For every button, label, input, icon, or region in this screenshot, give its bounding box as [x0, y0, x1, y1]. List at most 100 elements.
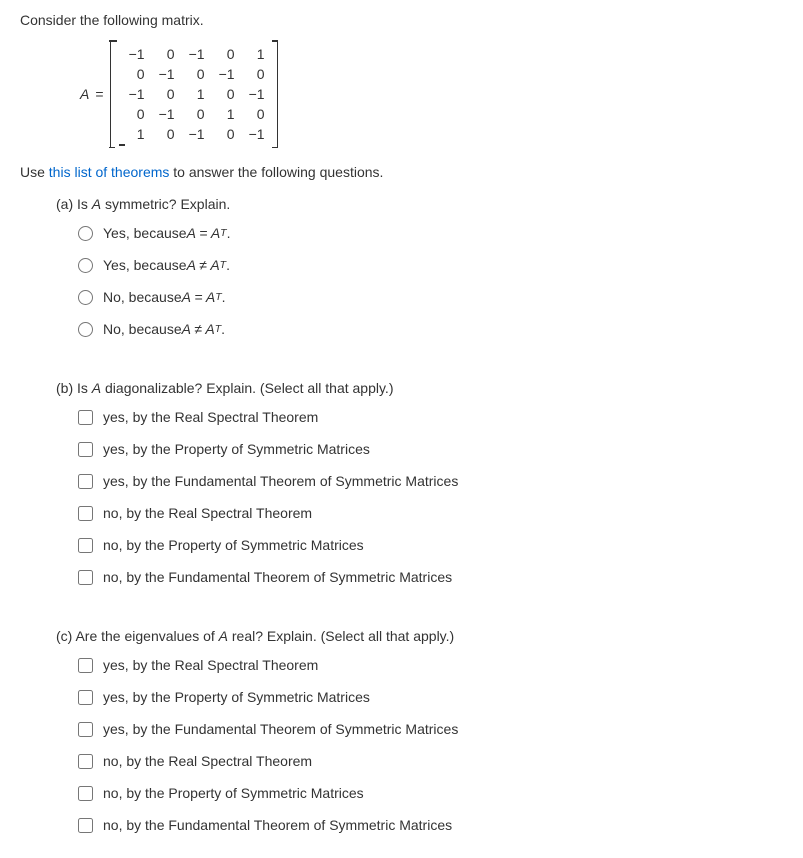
part-b-option: yes, by the Property of Symmetric Matric…	[78, 438, 783, 460]
part-c-suffix: real? Explain. (Select all that apply.)	[228, 628, 454, 644]
part-c-option-label: no, by the Property of Symmetric Matrice…	[103, 785, 364, 801]
theorems-link[interactable]: this list of theorems	[49, 164, 170, 180]
matrix-bracket: −10−1010−10−10−1010−10−101010−10−1	[110, 40, 278, 148]
matrix-row: −1010−1	[119, 84, 269, 104]
part-b-var: A	[92, 380, 101, 396]
part-c-option-label: yes, by the Real Spectral Theorem	[103, 657, 318, 673]
part-c-checkbox-2[interactable]	[78, 722, 93, 737]
matrix-cell: −1	[179, 44, 209, 64]
matrix-cell: 1	[209, 104, 239, 124]
matrix-cell: −1	[119, 44, 149, 64]
instruction-prefix: Use	[20, 164, 49, 180]
part-c-option: yes, by the Property of Symmetric Matric…	[78, 686, 783, 708]
part-b: (b) Is A diagonalizable? Explain. (Selec…	[56, 380, 783, 588]
part-b-option-label: yes, by the Property of Symmetric Matric…	[103, 441, 370, 457]
part-c-option: no, by the Fundamental Theorem of Symmet…	[78, 814, 783, 836]
matrix-cell: 1	[239, 44, 269, 64]
part-b-option-label: no, by the Fundamental Theorem of Symmet…	[103, 569, 452, 585]
part-c-checkbox-1[interactable]	[78, 690, 93, 705]
matrix-cell: 1	[179, 84, 209, 104]
matrix-cell: 0	[209, 44, 239, 64]
matrix-cell: 0	[119, 104, 149, 124]
matrix-cell: 0	[149, 44, 179, 64]
matrix-body: −10−1010−10−10−1010−10−101010−10−1	[119, 44, 269, 144]
part-c-label: (c) Are the eigenvalues of	[56, 628, 219, 644]
part-c-var: A	[219, 628, 228, 644]
part-a-question: (a) Is A symmetric? Explain.	[56, 196, 783, 212]
part-c-checkbox-4[interactable]	[78, 786, 93, 801]
part-c: (c) Are the eigenvalues of A real? Expla…	[56, 628, 783, 836]
matrix-cell: −1	[119, 84, 149, 104]
part-a-option-label: Yes, because A = AT.	[103, 225, 230, 241]
part-a-option: No, because A = AT.	[78, 286, 783, 308]
matrix-cell: 0	[209, 124, 239, 144]
matrix-cell: −1	[209, 64, 239, 84]
matrix-cell: −1	[179, 124, 209, 144]
matrix-row: 10−10−1	[119, 124, 269, 144]
matrix-cell: 1	[119, 124, 149, 144]
part-a-radio-0[interactable]	[78, 226, 93, 241]
part-a-option-label: No, because A ≠ AT.	[103, 321, 225, 337]
part-a-suffix: symmetric? Explain.	[101, 196, 230, 212]
matrix-row: −10−101	[119, 44, 269, 64]
instruction-suffix: to answer the following questions.	[169, 164, 383, 180]
part-a-radio-1[interactable]	[78, 258, 93, 273]
part-b-checkbox-5[interactable]	[78, 570, 93, 585]
part-b-question: (b) Is A diagonalizable? Explain. (Selec…	[56, 380, 783, 396]
part-c-option: yes, by the Fundamental Theorem of Symme…	[78, 718, 783, 740]
matrix-row: 0−10−10	[119, 64, 269, 84]
part-b-option: no, by the Property of Symmetric Matrice…	[78, 534, 783, 556]
part-a-option-label: Yes, because A ≠ AT.	[103, 257, 230, 273]
part-b-option: yes, by the Real Spectral Theorem	[78, 406, 783, 428]
matrix-cell: 0	[239, 104, 269, 124]
part-c-option: yes, by the Real Spectral Theorem	[78, 654, 783, 676]
part-b-checkbox-3[interactable]	[78, 506, 93, 521]
part-b-option-label: yes, by the Real Spectral Theorem	[103, 409, 318, 425]
matrix-cell: 0	[239, 64, 269, 84]
part-a-label: (a) Is	[56, 196, 92, 212]
part-a: (a) Is A symmetric? Explain. Yes, becaus…	[56, 196, 783, 340]
matrix-cell: 0	[179, 104, 209, 124]
part-b-checkbox-2[interactable]	[78, 474, 93, 489]
part-a-radio-3[interactable]	[78, 322, 93, 337]
part-b-checkbox-1[interactable]	[78, 442, 93, 457]
part-c-option-label: no, by the Real Spectral Theorem	[103, 753, 312, 769]
matrix-cell: −1	[239, 84, 269, 104]
part-c-option-label: yes, by the Property of Symmetric Matric…	[103, 689, 370, 705]
matrix-cell: −1	[239, 124, 269, 144]
part-b-option: no, by the Real Spectral Theorem	[78, 502, 783, 524]
part-b-option: no, by the Fundamental Theorem of Symmet…	[78, 566, 783, 588]
part-b-option-label: no, by the Property of Symmetric Matrice…	[103, 537, 364, 553]
part-b-option-label: yes, by the Fundamental Theorem of Symme…	[103, 473, 458, 489]
part-b-option-label: no, by the Real Spectral Theorem	[103, 505, 312, 521]
instruction-line: Use this list of theorems to answer the …	[20, 164, 783, 180]
part-c-checkbox-3[interactable]	[78, 754, 93, 769]
matrix-var: A	[80, 86, 89, 102]
matrix-cell: 0	[149, 84, 179, 104]
matrix-row: 0−1010	[119, 104, 269, 124]
matrix-cell: 0	[149, 124, 179, 144]
part-a-option-label: No, because A = AT.	[103, 289, 226, 305]
part-b-label: (b) Is	[56, 380, 92, 396]
part-c-option: no, by the Property of Symmetric Matrice…	[78, 782, 783, 804]
part-c-option-label: no, by the Fundamental Theorem of Symmet…	[103, 817, 452, 833]
part-a-option: No, because A ≠ AT.	[78, 318, 783, 340]
part-b-checkbox-4[interactable]	[78, 538, 93, 553]
part-c-checkbox-0[interactable]	[78, 658, 93, 673]
matrix-display: A = −10−1010−10−10−1010−10−101010−10−1	[80, 40, 783, 148]
part-c-question: (c) Are the eigenvalues of A real? Expla…	[56, 628, 783, 644]
part-b-option: yes, by the Fundamental Theorem of Symme…	[78, 470, 783, 492]
matrix-equals: =	[95, 86, 103, 102]
part-a-var: A	[92, 196, 101, 212]
part-b-checkbox-0[interactable]	[78, 410, 93, 425]
part-c-option: no, by the Real Spectral Theorem	[78, 750, 783, 772]
part-a-option: Yes, because A ≠ AT.	[78, 254, 783, 276]
matrix-cell: 0	[119, 64, 149, 84]
matrix-cell: −1	[149, 104, 179, 124]
matrix-cell: 0	[209, 84, 239, 104]
part-c-checkbox-5[interactable]	[78, 818, 93, 833]
part-a-radio-2[interactable]	[78, 290, 93, 305]
part-b-suffix: diagonalizable? Explain. (Select all tha…	[101, 380, 393, 396]
matrix-cell: 0	[179, 64, 209, 84]
part-a-option: Yes, because A = AT.	[78, 222, 783, 244]
